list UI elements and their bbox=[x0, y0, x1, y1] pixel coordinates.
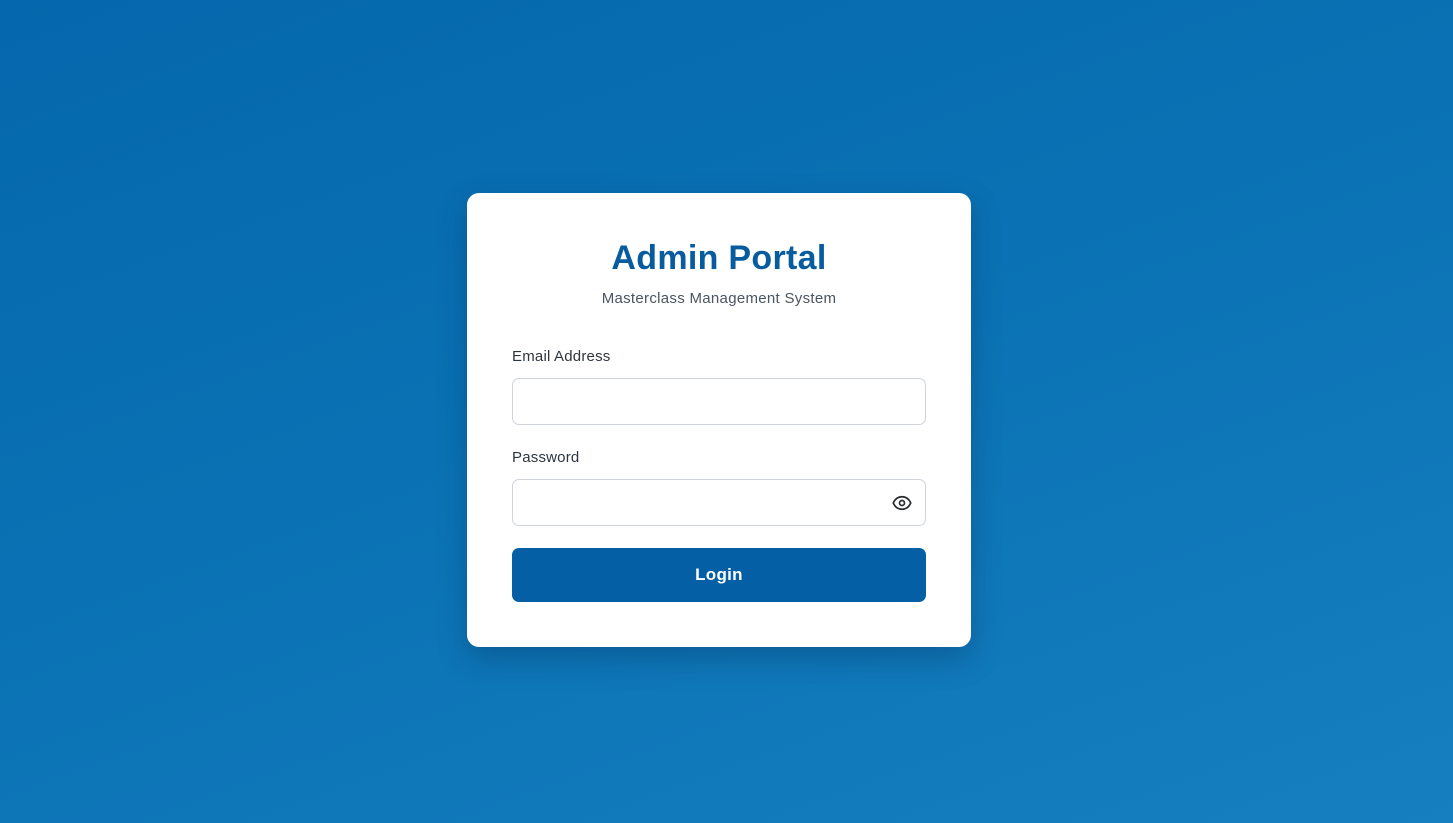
password-label: Password bbox=[512, 449, 580, 466]
email-field-container bbox=[512, 378, 926, 425]
password-field-container bbox=[512, 479, 926, 526]
email-label: Email Address bbox=[512, 348, 611, 365]
page-title: Admin Portal bbox=[611, 239, 827, 277]
eye-icon[interactable] bbox=[891, 492, 913, 514]
login-card: Admin Portal Masterclass Management Syst… bbox=[467, 193, 971, 647]
email-field[interactable] bbox=[513, 379, 925, 424]
page-subtitle: Masterclass Management System bbox=[601, 290, 837, 307]
password-field[interactable] bbox=[513, 480, 925, 525]
login-button[interactable]: Login bbox=[512, 548, 926, 602]
